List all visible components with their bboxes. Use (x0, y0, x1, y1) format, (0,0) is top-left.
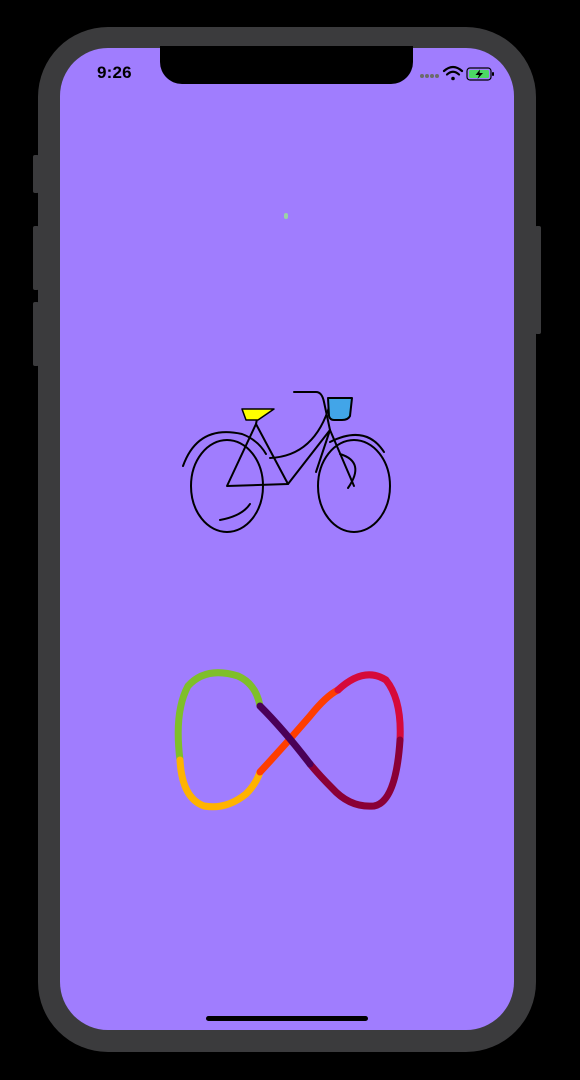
device-stage: 9:26 (0, 0, 580, 1080)
infinity-segment (256, 686, 342, 776)
bicycle-basket (327, 397, 353, 421)
wifi-icon (442, 65, 464, 81)
loading-indicator (284, 213, 288, 219)
infinity-segment (256, 702, 314, 768)
rear-fender (182, 431, 267, 467)
down-tube (287, 429, 331, 485)
infinity-segment (176, 756, 264, 811)
handlebar (293, 391, 331, 431)
infinity-icon (160, 660, 415, 820)
top-tube-curve (269, 403, 331, 459)
status-icons-svg (420, 65, 494, 81)
bicycle-seat (241, 408, 275, 421)
signal-dots-icon (420, 74, 439, 78)
home-indicator[interactable] (206, 1016, 368, 1021)
fork-front (315, 429, 331, 473)
status-time: 9:26 (97, 63, 132, 82)
rear-wheel-accent (219, 503, 251, 521)
infinity-drawing (174, 669, 404, 811)
bicycle-drawing (182, 391, 391, 533)
battery-charging-icon (466, 67, 494, 81)
status-icons (418, 64, 498, 84)
infinity-segment (334, 671, 404, 744)
infinity-segment (306, 736, 404, 810)
notch (160, 46, 413, 84)
bicycle-icon (170, 380, 400, 550)
infinity-segment (174, 669, 264, 764)
